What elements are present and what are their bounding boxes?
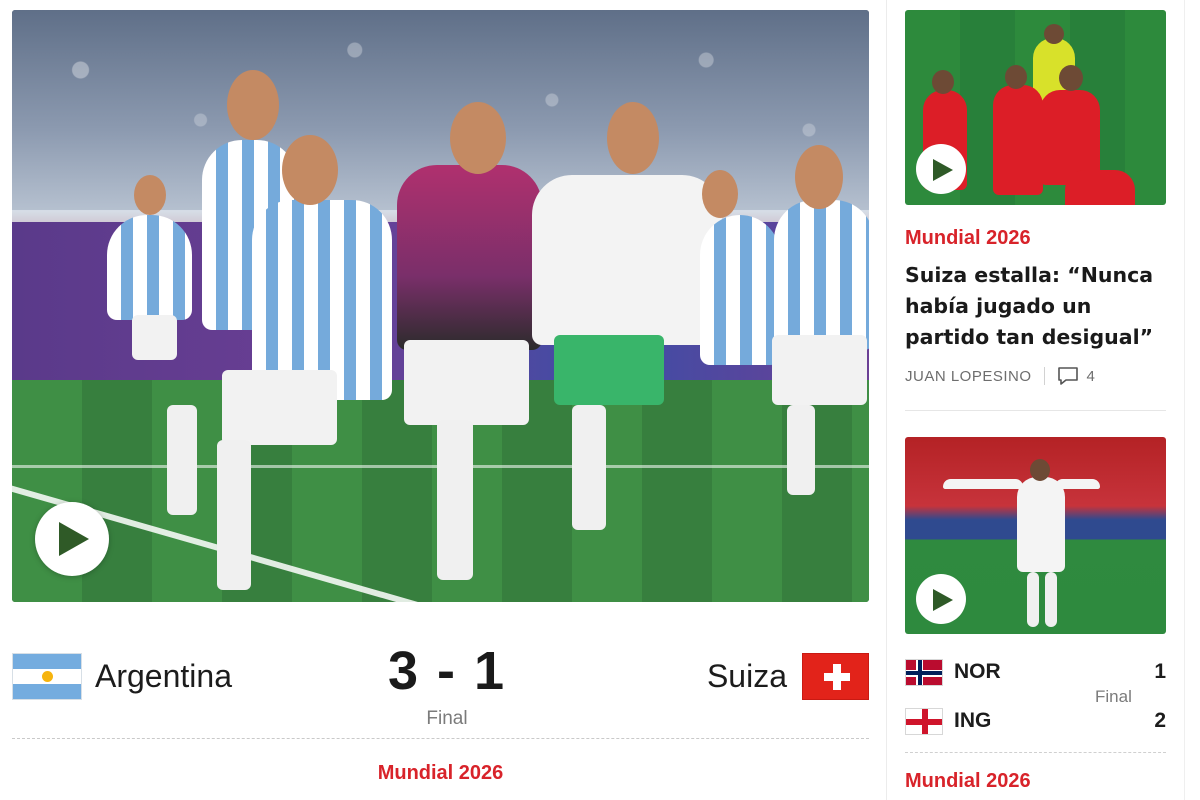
category-link[interactable]: Mundial 2026 — [905, 770, 1031, 793]
play-button[interactable] — [916, 144, 966, 194]
match-status: Final — [426, 708, 468, 729]
player-shorts — [222, 370, 337, 445]
sidebar-video-thumbnail[interactable] — [905, 437, 1166, 634]
player-leg — [217, 440, 251, 590]
england-flag-icon — [905, 707, 943, 735]
page-edge — [1184, 0, 1200, 800]
divider — [905, 410, 1166, 411]
away-team[interactable]: Suiza — [707, 652, 869, 700]
player-figure — [1065, 170, 1135, 205]
player-head — [1030, 459, 1050, 481]
norway-flag-icon — [905, 658, 943, 686]
scoreboard-row: NOR 1 — [905, 658, 1166, 686]
divider — [905, 752, 1166, 753]
mini-scoreboard[interactable]: NOR 1 Final ING 2 — [905, 650, 1166, 750]
player-head — [450, 102, 506, 174]
player-leg — [787, 405, 815, 495]
home-team-code: NOR — [954, 660, 1001, 683]
play-icon — [933, 159, 953, 181]
play-icon — [933, 589, 953, 611]
player-leg — [437, 420, 473, 580]
play-button[interactable] — [35, 502, 109, 576]
player-head — [282, 135, 338, 205]
player-head — [795, 145, 843, 209]
away-goals: 2 — [1154, 709, 1166, 732]
match-status: Final — [1095, 687, 1132, 706]
play-icon — [59, 522, 89, 556]
player-head — [932, 70, 954, 94]
match-scoreline[interactable]: Argentina 3 - 1 Final Suiza — [12, 640, 869, 730]
player-head — [1005, 65, 1027, 89]
player-arms — [943, 479, 1023, 489]
player-head — [134, 175, 166, 215]
hero-video-thumbnail[interactable] — [12, 10, 869, 602]
player-figure — [700, 215, 780, 365]
sidebar-video-thumbnail[interactable] — [905, 10, 1166, 205]
column-divider — [886, 0, 887, 800]
player-leg — [167, 405, 197, 515]
switzerland-flag-icon — [802, 652, 869, 700]
player-shorts — [404, 340, 529, 425]
match-score: 3 - 1 — [387, 641, 507, 701]
player-figure — [397, 165, 542, 350]
player-arms — [1055, 479, 1100, 489]
play-button[interactable] — [916, 574, 966, 624]
scoreboard-row: ING 2 — [905, 707, 1166, 735]
comments-icon[interactable] — [1057, 366, 1079, 386]
headline-link[interactable]: Suiza estalla: “Nunca había jugado un pa… — [905, 260, 1166, 353]
category-link[interactable]: Mundial 2026 — [12, 762, 869, 785]
away-team-code: ING — [954, 709, 992, 732]
player-shorts — [132, 315, 177, 360]
player-leg — [572, 405, 606, 530]
argentina-flag-icon — [12, 652, 82, 700]
player-shorts — [772, 335, 867, 405]
player-shorts — [554, 335, 664, 405]
sidebar: Mundial 2026 Suiza estalla: “Nunca había… — [905, 10, 1166, 800]
player-leg — [1045, 572, 1057, 627]
player-leg — [1027, 572, 1039, 627]
player-figure — [1017, 477, 1065, 572]
player-head — [227, 70, 279, 140]
player-figure — [993, 85, 1043, 195]
away-team-name: Suiza — [706, 657, 787, 694]
player-figure — [107, 215, 192, 320]
player-head — [702, 170, 738, 218]
byline-divider — [1043, 367, 1045, 385]
home-team[interactable]: Argentina — [12, 652, 232, 700]
home-team-name: Argentina — [95, 657, 232, 694]
home-goals: 1 — [1154, 660, 1166, 683]
comment-count[interactable]: 4 — [1087, 368, 1096, 385]
player-head — [1059, 65, 1083, 91]
byline: JUAN LOPESINO 4 — [905, 366, 1095, 386]
author-name[interactable]: JUAN LOPESINO — [905, 368, 1032, 385]
player-figure — [774, 200, 869, 350]
category-link[interactable]: Mundial 2026 — [905, 227, 1031, 250]
player-head — [1044, 24, 1064, 44]
divider — [12, 738, 869, 739]
player-figure — [532, 175, 722, 345]
player-head — [607, 102, 659, 174]
main-story: Argentina 3 - 1 Final Suiza Mundial 2026 — [12, 10, 869, 800]
